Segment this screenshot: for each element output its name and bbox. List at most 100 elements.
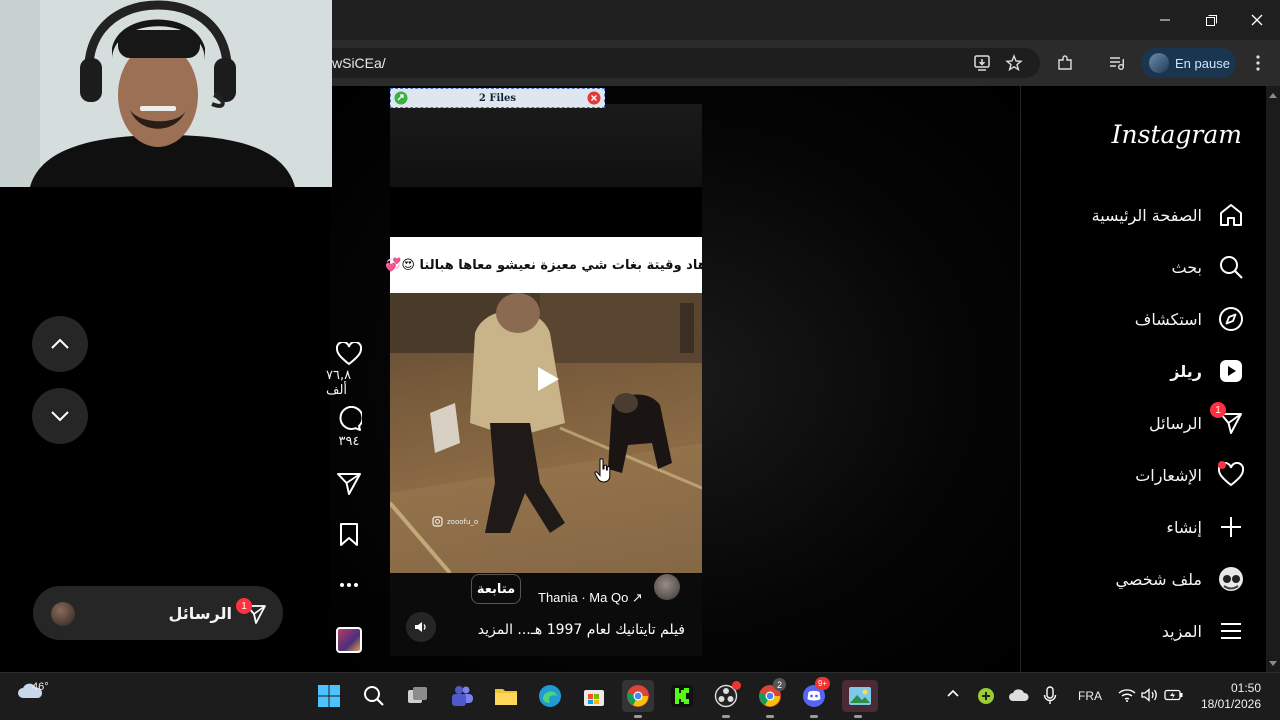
close-icon [1251, 14, 1263, 26]
play-icon [538, 367, 559, 391]
chevron-down-icon [51, 411, 69, 422]
more-options-button[interactable] [326, 582, 372, 588]
volume-icon[interactable] [1141, 688, 1159, 702]
install-app-icon[interactable] [968, 49, 996, 77]
tray-overflow-button[interactable] [946, 688, 960, 698]
nav-notifications-label: الإشعارات [1135, 465, 1202, 485]
extensions-icon[interactable] [1051, 49, 1079, 77]
minimize-icon [1160, 19, 1170, 21]
nav-reels-label: ريلز [1170, 361, 1202, 381]
plus-circle-icon [978, 688, 994, 704]
nav-home[interactable]: الصفحة الرئيسية [1040, 193, 1244, 237]
clock-time[interactable]: 01:50 [1199, 681, 1261, 695]
file-explorer-app[interactable] [490, 680, 522, 712]
task-view-button[interactable] [402, 680, 434, 712]
reel-description[interactable]: فيلم تايتانيك لعام 1997 هـ... المزيد [460, 622, 685, 638]
nav-messages[interactable]: الرسائل 1 [1040, 401, 1244, 445]
start-button[interactable] [313, 680, 345, 712]
nav-notifications[interactable]: الإشعارات [1040, 453, 1244, 497]
battery-icon[interactable] [1164, 689, 1184, 701]
browser-menu-icon[interactable] [1244, 49, 1272, 77]
windows-icon [318, 685, 340, 707]
nav-reels[interactable]: ريلز [1040, 349, 1244, 393]
chrome-app-active[interactable] [622, 680, 654, 718]
follow-button[interactable]: متابعة [471, 574, 521, 604]
files-overlay-bar[interactable]: 2 Files [390, 88, 605, 108]
address-bar[interactable] [300, 48, 1040, 78]
close-window-button[interactable] [1234, 0, 1280, 40]
obs-app[interactable] [710, 680, 742, 718]
nav-profile[interactable]: ملف شخصي [1040, 557, 1244, 601]
files-label: 2 Files [478, 92, 517, 104]
profile-button[interactable]: En pause [1141, 48, 1236, 78]
reel-watermark: zooofu_o [432, 516, 478, 527]
bookmark-star-icon[interactable] [1000, 49, 1028, 77]
kick-icon [671, 685, 693, 707]
clock-date[interactable]: 18/01/2026 [1193, 697, 1261, 711]
page-scrollbar[interactable] [1266, 86, 1280, 672]
play-button[interactable] [524, 356, 570, 402]
nav-explore[interactable]: استكشاف [1040, 297, 1244, 341]
input-language[interactable]: FRA [1078, 689, 1102, 703]
more-icon [340, 583, 358, 587]
avatar-icon [1218, 566, 1244, 592]
share-icon [337, 473, 361, 495]
url-text[interactable]: wSiCEa/ [332, 55, 386, 71]
chrome-icon [627, 685, 649, 707]
search-icon [364, 686, 384, 706]
wifi-icon[interactable] [1118, 688, 1136, 702]
instagram-icon [432, 516, 443, 527]
video-frame [390, 293, 702, 573]
teams-app[interactable] [446, 680, 478, 712]
tray-app-icon[interactable] [977, 687, 995, 705]
nav-create[interactable]: إنشاء [1040, 505, 1244, 549]
close-icon[interactable] [587, 91, 601, 105]
heart-icon [1218, 461, 1244, 488]
link-icon[interactable] [394, 91, 408, 105]
store-app[interactable] [578, 680, 610, 712]
store-icon [584, 690, 604, 706]
teams-icon [452, 686, 473, 706]
bookmark-icon [340, 523, 358, 546]
comment-action[interactable]: ٣٩٤ [326, 406, 372, 449]
previous-reel-button[interactable] [32, 316, 88, 372]
share-action[interactable] [326, 470, 372, 496]
minimize-button[interactable] [1142, 0, 1188, 40]
taskbar-search-button[interactable] [358, 680, 390, 712]
streamer-image [0, 0, 332, 187]
chrome-profile-app[interactable]: 2 [754, 678, 786, 718]
nav-messages-label: الرسائل [1149, 413, 1202, 433]
nav-search[interactable]: بحث [1040, 245, 1244, 289]
chevron-up-icon [51, 338, 69, 349]
image-app-icon [849, 687, 871, 705]
audio-thumbnail[interactable] [336, 627, 362, 653]
next-reel-button[interactable] [32, 388, 88, 444]
kick-app[interactable] [666, 680, 698, 712]
messages-pill-label: الرسائل [168, 604, 232, 623]
reel-author[interactable]: Thania · Ma Qo ↗ [538, 590, 643, 606]
mute-button[interactable] [406, 612, 436, 642]
instagram-logo[interactable]: Instagram [1090, 120, 1242, 160]
reel-video[interactable] [390, 293, 702, 573]
media-controls-icon[interactable] [1103, 49, 1131, 77]
onedrive-icon[interactable] [1009, 688, 1029, 702]
webcam-overlay [0, 0, 332, 187]
watermark-text: zooofu_o [447, 517, 479, 526]
save-action[interactable] [326, 522, 372, 548]
paint-app[interactable] [842, 680, 878, 718]
microphone-icon[interactable] [1043, 686, 1057, 706]
author-avatar[interactable] [654, 574, 680, 600]
reel-top-area [390, 104, 702, 187]
plus-icon [1218, 514, 1244, 540]
restore-button[interactable] [1188, 0, 1234, 40]
volume-icon [415, 622, 426, 632]
like-action[interactable]: ٧٦,٨ ألف [326, 342, 372, 398]
discord-app[interactable]: 9+ [798, 677, 830, 718]
notification-dot [1218, 461, 1226, 469]
edge-app[interactable] [534, 680, 566, 712]
like-count: ٧٦,٨ ألف [326, 368, 352, 398]
profile-label: En pause [1175, 55, 1230, 71]
discord-badge: 9+ [815, 677, 830, 690]
folder-icon [495, 689, 517, 705]
nav-more[interactable]: المزيد [1040, 609, 1244, 653]
